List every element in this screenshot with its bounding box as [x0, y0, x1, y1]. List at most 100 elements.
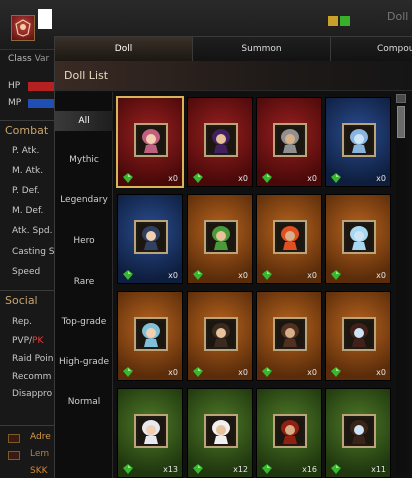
soul-gem-icon: [123, 464, 133, 474]
dark-elf-doll-icon: [204, 317, 238, 351]
item-icon: [340, 16, 350, 26]
soul-gem-icon: [331, 367, 341, 377]
doll-count: x0: [307, 271, 317, 280]
doll-count: x11: [371, 465, 386, 474]
scroll-up-button[interactable]: [396, 94, 406, 103]
hat-mage-doll-icon: [342, 317, 376, 351]
soul-gem-icon: [193, 270, 203, 280]
divider: [0, 120, 56, 121]
blue-haired-doll-icon: [134, 317, 168, 351]
ice-spirit-doll-icon: [342, 123, 376, 157]
brown-haired-doll-icon: [204, 414, 238, 448]
doll-count: x0: [376, 174, 386, 183]
scroll-thumb[interactable]: [397, 106, 405, 138]
soul-gem-icon: [331, 173, 341, 183]
category-rare[interactable]: Rare: [55, 272, 113, 292]
character-name-redacted: [38, 9, 52, 29]
doll-card[interactable]: x0: [117, 194, 183, 284]
party-member-2[interactable]: Lem: [30, 449, 49, 459]
soul-gem-icon: [331, 270, 341, 280]
soul-gem-icon: [123, 270, 133, 280]
class-row: Class Var: [8, 54, 49, 64]
pink-haired-doll-icon: [134, 123, 168, 157]
pvp-label: PVP/: [12, 336, 33, 346]
tab-doll[interactable]: Doll: [55, 37, 193, 61]
soul-gem-icon: [193, 173, 203, 183]
hooded-warrior-doll-icon: [273, 317, 307, 351]
stat-raid-points: Raid Poin: [12, 354, 54, 364]
soul-gem-icon: [123, 367, 133, 377]
doll-card[interactable]: x11: [325, 388, 391, 478]
doll-list-title: Doll List: [64, 69, 109, 82]
doll-card[interactable]: x0: [187, 291, 253, 381]
doll-card[interactable]: x0: [187, 194, 253, 284]
combat-title: Combat: [5, 124, 49, 137]
doll-card[interactable]: x0: [117, 291, 183, 381]
category-hero[interactable]: Hero: [55, 231, 113, 251]
witch-doll-icon: [204, 123, 238, 157]
category-mythic[interactable]: Mythic: [55, 150, 113, 170]
stat-disapprove: Disappro: [12, 389, 53, 399]
red-armored-doll-icon: [273, 414, 307, 448]
doll-card[interactable]: x0: [116, 96, 184, 188]
buff-icon: [328, 16, 338, 26]
combat-stat: P. Def.: [12, 186, 40, 196]
doll-card[interactable]: x0: [325, 291, 391, 381]
tab-summon[interactable]: Summon: [193, 37, 331, 61]
soul-gem-icon: [331, 464, 341, 474]
combat-stat: Atk. Spd.: [12, 226, 53, 236]
doll-count: x0: [168, 174, 178, 183]
scrollbar[interactable]: [396, 94, 406, 474]
soul-gem-icon: [262, 173, 272, 183]
doll-count: x0: [376, 271, 386, 280]
divider: [0, 290, 56, 291]
combat-stat: P. Atk.: [12, 146, 40, 156]
status-icons: [328, 16, 350, 28]
fire-demon-doll-icon: [273, 220, 307, 254]
doll-count: x0: [307, 368, 317, 377]
doll-card[interactable]: x0: [256, 291, 322, 381]
mp-row: MP: [8, 98, 68, 108]
doll-card[interactable]: x16: [256, 388, 322, 478]
stat-recommend: Recomm: [12, 372, 52, 382]
class-value: Var: [34, 54, 50, 64]
soul-gem-icon: [262, 464, 272, 474]
category-all[interactable]: All: [55, 111, 113, 131]
doll-card[interactable]: x13: [117, 388, 183, 478]
party-member-3[interactable]: SKK: [30, 466, 48, 476]
doll-card[interactable]: x0: [256, 194, 322, 284]
party-icon: [8, 434, 20, 443]
doll-card[interactable]: x0: [256, 97, 322, 187]
doll-card[interactable]: x0: [325, 194, 391, 284]
doll-count: x0: [238, 368, 248, 377]
header-title: Doll: [387, 10, 409, 23]
doll-count: x12: [233, 465, 248, 474]
doll-count: x0: [238, 174, 248, 183]
category-list: All Mythic Legendary Hero Rare Top-grade…: [55, 92, 113, 478]
combat-stat: M. Atk.: [12, 166, 44, 176]
doll-card[interactable]: x12: [187, 388, 253, 478]
party-member-1[interactable]: Adre: [30, 432, 51, 442]
tab-bar: Doll Summon Compou: [55, 37, 412, 61]
doll-card[interactable]: x0: [325, 97, 391, 187]
grey-haired-doll-icon: [273, 123, 307, 157]
tab-compound[interactable]: Compou: [331, 37, 412, 61]
screen: { "background": { "header_title": "Doll"…: [0, 0, 412, 478]
doll-count: x13: [163, 465, 178, 474]
party-icon: [8, 451, 20, 460]
soul-gem-icon: [193, 367, 203, 377]
hp-label: HP: [8, 81, 21, 91]
category-legendary[interactable]: Legendary: [55, 190, 113, 210]
doll-count: x0: [376, 368, 386, 377]
frog-doll-icon: [204, 220, 238, 254]
category-high-grade[interactable]: High-grade: [55, 352, 113, 372]
combat-stat: M. Def.: [12, 206, 44, 216]
doll-card[interactable]: x0: [187, 97, 253, 187]
category-top-grade[interactable]: Top-grade: [55, 312, 113, 332]
social-title: Social: [5, 294, 38, 307]
white-haired-doll-icon: [134, 414, 168, 448]
doll-count: x0: [238, 271, 248, 280]
soul-gem-icon: [123, 173, 133, 183]
dark-haired-doll-icon: [342, 414, 376, 448]
category-normal[interactable]: Normal: [55, 392, 113, 412]
